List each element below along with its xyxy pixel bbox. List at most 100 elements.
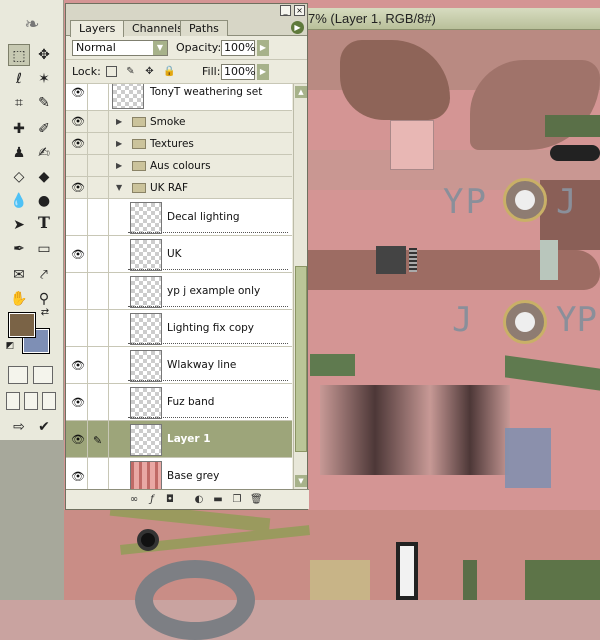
scroll-thumb[interactable] [295, 266, 307, 452]
adjustment-layer-icon[interactable]: ◐ [193, 494, 205, 506]
lasso-tool-icon[interactable]: ℓ [8, 68, 30, 90]
visibility-toggle[interactable] [68, 310, 88, 346]
visibility-toggle[interactable]: 👁 [68, 384, 88, 420]
trash-icon[interactable]: 🗑 [250, 494, 263, 506]
visibility-toggle[interactable]: 👁 [68, 133, 88, 154]
visibility-toggle[interactable]: 👁 [68, 236, 88, 272]
tab-layers[interactable]: Layers [70, 20, 125, 37]
layer-row[interactable]: 👁 Wlakway line [66, 347, 292, 384]
brush-tool-icon[interactable]: ✐ [33, 118, 55, 140]
close-icon[interactable]: × [294, 5, 305, 16]
layer-row[interactable]: 👁 UK [66, 236, 292, 273]
fill-slider-arrow-icon[interactable]: ▶ [257, 64, 269, 80]
layer-group-row[interactable]: 👁 ▶ Textures [66, 133, 292, 155]
clone-stamp-tool-icon[interactable]: ♟ [8, 142, 30, 164]
chevron-right-icon[interactable]: ▶ [116, 161, 122, 170]
pen-tool-icon[interactable]: ✒ [8, 238, 30, 260]
blur-tool-icon[interactable]: 💧 [8, 190, 30, 212]
chevron-right-icon[interactable]: ▶ [116, 117, 122, 126]
visibility-toggle[interactable]: 👁 [68, 177, 88, 198]
layer-link-cell[interactable] [89, 310, 109, 346]
screen-mode-full-button[interactable] [42, 392, 56, 410]
layers-scrollbar[interactable]: ▲ ▼ [293, 84, 307, 489]
palette-menu-icon[interactable]: ▶ [291, 21, 304, 34]
layer-group-row[interactable]: ▶ Aus colours [66, 155, 292, 177]
layer-group-row[interactable]: 👁 ▼ UK RAF [66, 177, 292, 199]
lock-transparent-icon[interactable] [106, 66, 117, 77]
marquee-tool-icon[interactable]: ⬚ [8, 44, 30, 66]
visibility-toggle[interactable]: 👁 [68, 347, 88, 383]
type-tool-icon[interactable]: T [33, 212, 55, 234]
blend-mode-select[interactable]: Normal ▼ [72, 40, 168, 56]
layer-link-cell[interactable] [89, 236, 109, 272]
healing-brush-tool-icon[interactable]: ✚ [8, 118, 30, 140]
dodge-tool-icon[interactable]: ● [33, 190, 55, 212]
layer-row[interactable]: 👁 Fuz band [66, 384, 292, 421]
layer-row[interactable]: 👁 Base grey [66, 458, 292, 489]
lock-position-icon[interactable]: ✥ [144, 66, 155, 77]
foreground-color-swatch[interactable] [8, 312, 36, 338]
palette-titlebar[interactable]: _ × [66, 4, 307, 18]
layer-row[interactable]: Lighting fix copy [66, 310, 292, 347]
opacity-field[interactable]: 100% [221, 40, 255, 56]
visibility-toggle[interactable]: 👁 [68, 111, 88, 132]
jump-to-imageready-icon[interactable]: ⇨ [8, 416, 30, 438]
layer-link-cell[interactable]: ✎ [89, 421, 109, 457]
layer-row[interactable]: 👁 ✎ Layer 1 [66, 421, 292, 458]
visibility-toggle[interactable]: 👁 [68, 421, 88, 457]
visibility-toggle[interactable] [68, 273, 88, 309]
layer-group-row[interactable]: 👁 ▶ Smoke [66, 111, 292, 133]
visibility-toggle[interactable]: 👁 [68, 458, 88, 489]
lock-image-icon[interactable]: ✎ [125, 66, 136, 77]
layer-link-cell[interactable] [89, 384, 109, 420]
layer-link-cell[interactable] [89, 199, 109, 235]
standard-mode-button[interactable] [8, 366, 28, 384]
layer-style-icon[interactable]: ƒ [146, 494, 158, 506]
new-group-icon[interactable]: ▬ [212, 494, 224, 506]
layer-link-cell[interactable] [89, 111, 109, 132]
chevron-down-icon[interactable]: ▼ [116, 183, 122, 192]
chevron-down-icon[interactable]: ▼ [153, 41, 167, 55]
default-colors-icon[interactable]: ◩ [4, 340, 16, 352]
lock-all-icon[interactable]: 🔒 [163, 66, 175, 77]
slice-tool-icon[interactable]: ✎ [33, 92, 55, 114]
magic-wand-tool-icon[interactable]: ✶ [33, 68, 55, 90]
layer-row[interactable]: 👁 TonyT weathering set [66, 84, 292, 111]
layer-link-cell[interactable] [89, 84, 109, 110]
scroll-down-icon[interactable]: ▼ [295, 475, 307, 487]
opacity-slider-arrow-icon[interactable]: ▶ [257, 40, 269, 56]
eyedropper-tool-icon[interactable]: ⤤ [33, 264, 55, 286]
layer-link-cell[interactable] [89, 273, 109, 309]
gradient-tool-icon[interactable]: ◆ [33, 166, 55, 188]
fill-field[interactable]: 100% [221, 64, 255, 80]
edit-in-icon[interactable]: ✔ [33, 416, 55, 438]
path-selection-tool-icon[interactable]: ➤ [8, 214, 30, 236]
crop-tool-icon[interactable]: ⌗ [8, 92, 30, 114]
link-layers-icon[interactable]: ∞ [128, 494, 140, 506]
layer-link-cell[interactable] [89, 347, 109, 383]
layer-link-cell[interactable] [89, 458, 109, 489]
visibility-toggle[interactable]: 👁 [68, 84, 88, 110]
chevron-right-icon[interactable]: ▶ [116, 139, 122, 148]
quick-mask-mode-button[interactable] [33, 366, 53, 384]
eraser-tool-icon[interactable]: ◇ [8, 166, 30, 188]
tab-paths[interactable]: Paths [180, 20, 228, 36]
layer-link-cell[interactable] [89, 155, 109, 176]
screen-mode-full-menu-button[interactable] [24, 392, 38, 410]
visibility-toggle[interactable] [68, 199, 88, 235]
minimize-icon[interactable]: _ [280, 5, 291, 16]
add-mask-icon[interactable]: ◘ [164, 494, 176, 506]
scroll-up-icon[interactable]: ▲ [295, 86, 307, 98]
shape-tool-icon[interactable]: ▭ [33, 238, 55, 260]
new-layer-icon[interactable]: ❐ [231, 494, 243, 506]
hand-tool-icon[interactable]: ✋ [8, 288, 30, 310]
layer-row[interactable]: yp j example only [66, 273, 292, 310]
layer-link-cell[interactable] [89, 177, 109, 198]
layer-row[interactable]: Decal lighting [66, 199, 292, 236]
notes-tool-icon[interactable]: ✉ [8, 264, 30, 286]
layer-link-cell[interactable] [89, 133, 109, 154]
move-tool-icon[interactable]: ✥ [33, 44, 55, 66]
visibility-toggle[interactable] [68, 155, 88, 176]
history-brush-tool-icon[interactable]: ✍ [33, 142, 55, 164]
screen-mode-standard-button[interactable] [6, 392, 20, 410]
